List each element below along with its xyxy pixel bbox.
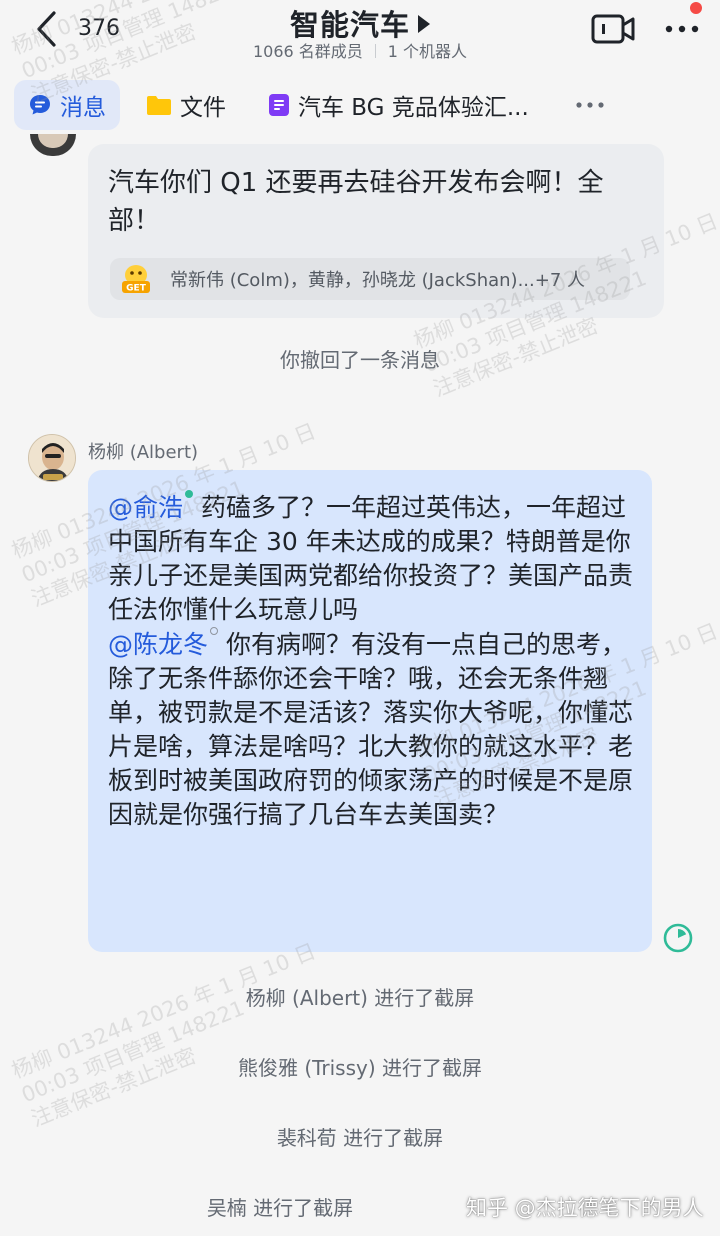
tab-messages[interactable]: 消息 [14,80,120,130]
chat-bubble-icon [30,95,50,115]
tab-files[interactable]: 文件 [146,80,226,130]
mention-link[interactable]: @俞浩 [108,493,183,522]
get-label: GET [126,284,147,294]
message-bubble[interactable]: @俞浩 药磕多了？一年超过英伟达，一年超过中国所有车企 30 年未达成的成果？特… [88,470,652,952]
chat-screen: 376 智能汽车 1066 名群成员 1 个机器人 消息 文件 汽车 BG 竞品… [0,0,720,1236]
avatar-image [29,435,75,481]
message-text-part: 药磕多了？一年超过英伟达，一年超过中国所有车企 30 年未达成的成果？特朗普是你… [108,493,634,624]
recall-notice: 你撤回了一条消息 [280,348,440,372]
message-text-part: 你有病啊？有没有一点自己的思考，除了无条件舔你还会干啥？哦，还会无条件翘单，被罚… [108,630,634,829]
online-status-dot [185,490,194,498]
video-call-button[interactable] [590,12,636,46]
chat-tabs: 消息 文件 汽车 BG 竞品体验汇... [0,80,720,132]
tab-label: 文件 [180,95,226,121]
chat-header: 376 智能汽车 1066 名群成员 1 个机器人 消息 文件 汽车 BG 竞品… [0,0,720,142]
more-horizontal-icon [576,102,604,108]
avatar[interactable] [28,434,76,482]
notification-dot [690,2,702,14]
message-text: @俞浩 药磕多了？一年超过英伟达，一年超过中国所有车企 30 年未达成的成果？特… [108,490,638,832]
source-credit: 知乎 @杰拉德笔下的男人 [466,1196,704,1220]
tabs-more-button[interactable] [576,80,604,130]
divider [374,44,376,58]
read-receipt[interactable] [662,922,694,954]
avatar[interactable] [30,134,76,156]
member-count[interactable]: 1066 名群成员 [253,42,363,61]
chat-title[interactable]: 智能汽车 [290,8,410,42]
read-progress-icon [663,923,693,953]
offline-status-dot [210,627,219,635]
tab-doc[interactable]: 汽车 BG 竞品体验汇... [268,80,529,130]
screenshot-notice: 裴科荀 进行了截屏 [276,1126,444,1150]
tab-label: 消息 [60,95,106,121]
tab-label: 汽车 BG 竞品体验汇... [298,95,529,121]
message-bubble[interactable]: 汽车你们 Q1 还要再去硅谷开发布会啊！全部！ GET 常新伟 (Colm)，黄… [88,144,664,318]
caret-right-icon [418,15,430,33]
reaction-bar[interactable]: GET 常新伟 (Colm)，黄静，孙晓龙 (JackShan)...+7 人 [110,258,630,300]
doc-icon [269,94,289,116]
message-text: 汽车你们 Q1 还要再去硅谷开发布会啊！全部！ [108,168,604,236]
more-horizontal-icon [665,25,699,33]
reaction-names[interactable]: 常新伟 (Colm)，黄静，孙晓龙 (JackShan)...+7 人 [170,266,585,292]
folder-icon [147,96,171,115]
more-options-button[interactable] [660,12,704,46]
sender-name[interactable]: 杨柳 (Albert) [88,438,198,464]
bot-count[interactable]: 1 个机器人 [388,42,467,61]
video-camera-icon [591,14,635,44]
mention-link[interactable]: @陈龙冬 [108,630,208,659]
get-emoji-icon: GET [122,265,150,294]
screenshot-notice: 杨柳 (Albert) 进行了截屏 [245,986,475,1010]
screenshot-notice: 熊俊雅 (Trissy) 进行了截屏 [237,1056,483,1080]
